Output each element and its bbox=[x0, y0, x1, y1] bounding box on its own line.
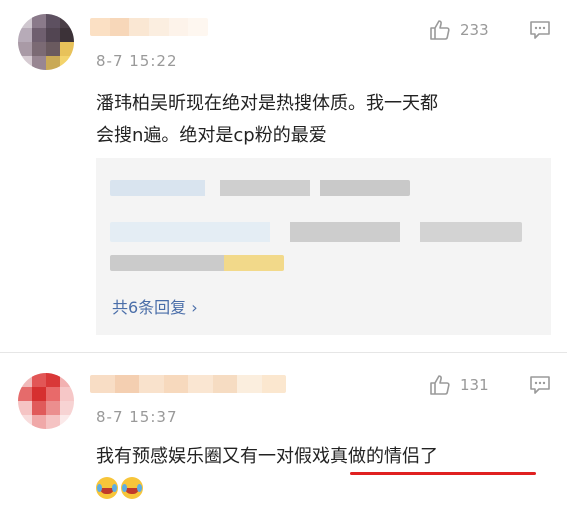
thumbs-up-icon bbox=[430, 20, 450, 40]
like-count: 131 bbox=[460, 376, 489, 394]
replies-box: 共6条回复 › bbox=[96, 158, 551, 335]
comment-bubble-icon[interactable] bbox=[529, 375, 551, 395]
avatar[interactable] bbox=[18, 14, 74, 70]
comment-time: 8-7 15:37 bbox=[96, 408, 178, 426]
avatar[interactable] bbox=[18, 373, 74, 429]
like-count: 233 bbox=[460, 21, 489, 39]
view-more-replies-link[interactable]: 共6条回复 › bbox=[112, 294, 198, 318]
comment-2: 8-7 15:37 131 我有预感娱乐圈又有一对假戏真做的情侣了 bbox=[0, 353, 567, 514]
comment-text: 潘玮柏吴昕现在绝对是热搜体质。我一天都 会搜n遍。绝对是cp粉的最爱 bbox=[96, 88, 556, 152]
username[interactable] bbox=[90, 18, 208, 36]
comment-bubble-icon[interactable] bbox=[529, 20, 551, 40]
comment-text-line: 会搜n遍。绝对是cp粉的最爱 bbox=[96, 125, 327, 146]
comment-text-part: 我有预感娱乐圈又有一对 bbox=[96, 446, 294, 467]
thumbs-up-icon bbox=[430, 375, 450, 395]
comment-1: 8-7 15:22 233 潘玮柏吴昕现在绝对是热搜体质。我一天都 会搜n遍。绝… bbox=[0, 0, 567, 350]
reply-item[interactable] bbox=[110, 180, 410, 196]
like-button[interactable]: 131 bbox=[428, 373, 489, 397]
username[interactable] bbox=[90, 375, 286, 393]
laughing-crying-emoji bbox=[96, 477, 118, 499]
red-underline bbox=[350, 472, 536, 475]
reply-item[interactable] bbox=[110, 222, 522, 242]
comment-time: 8-7 15:22 bbox=[96, 52, 178, 70]
laughing-crying-emoji bbox=[121, 477, 143, 499]
emoji-row bbox=[96, 477, 146, 499]
like-button[interactable]: 233 bbox=[428, 18, 489, 42]
comment-text-line: 潘玮柏吴昕现在绝对是热搜体质。我一天都 bbox=[96, 93, 438, 114]
comment-text-highlight: 假戏真做的情侣了 bbox=[294, 446, 438, 467]
comment-text: 我有预感娱乐圈又有一对假戏真做的情侣了 bbox=[96, 441, 556, 473]
reply-item[interactable] bbox=[110, 255, 284, 271]
